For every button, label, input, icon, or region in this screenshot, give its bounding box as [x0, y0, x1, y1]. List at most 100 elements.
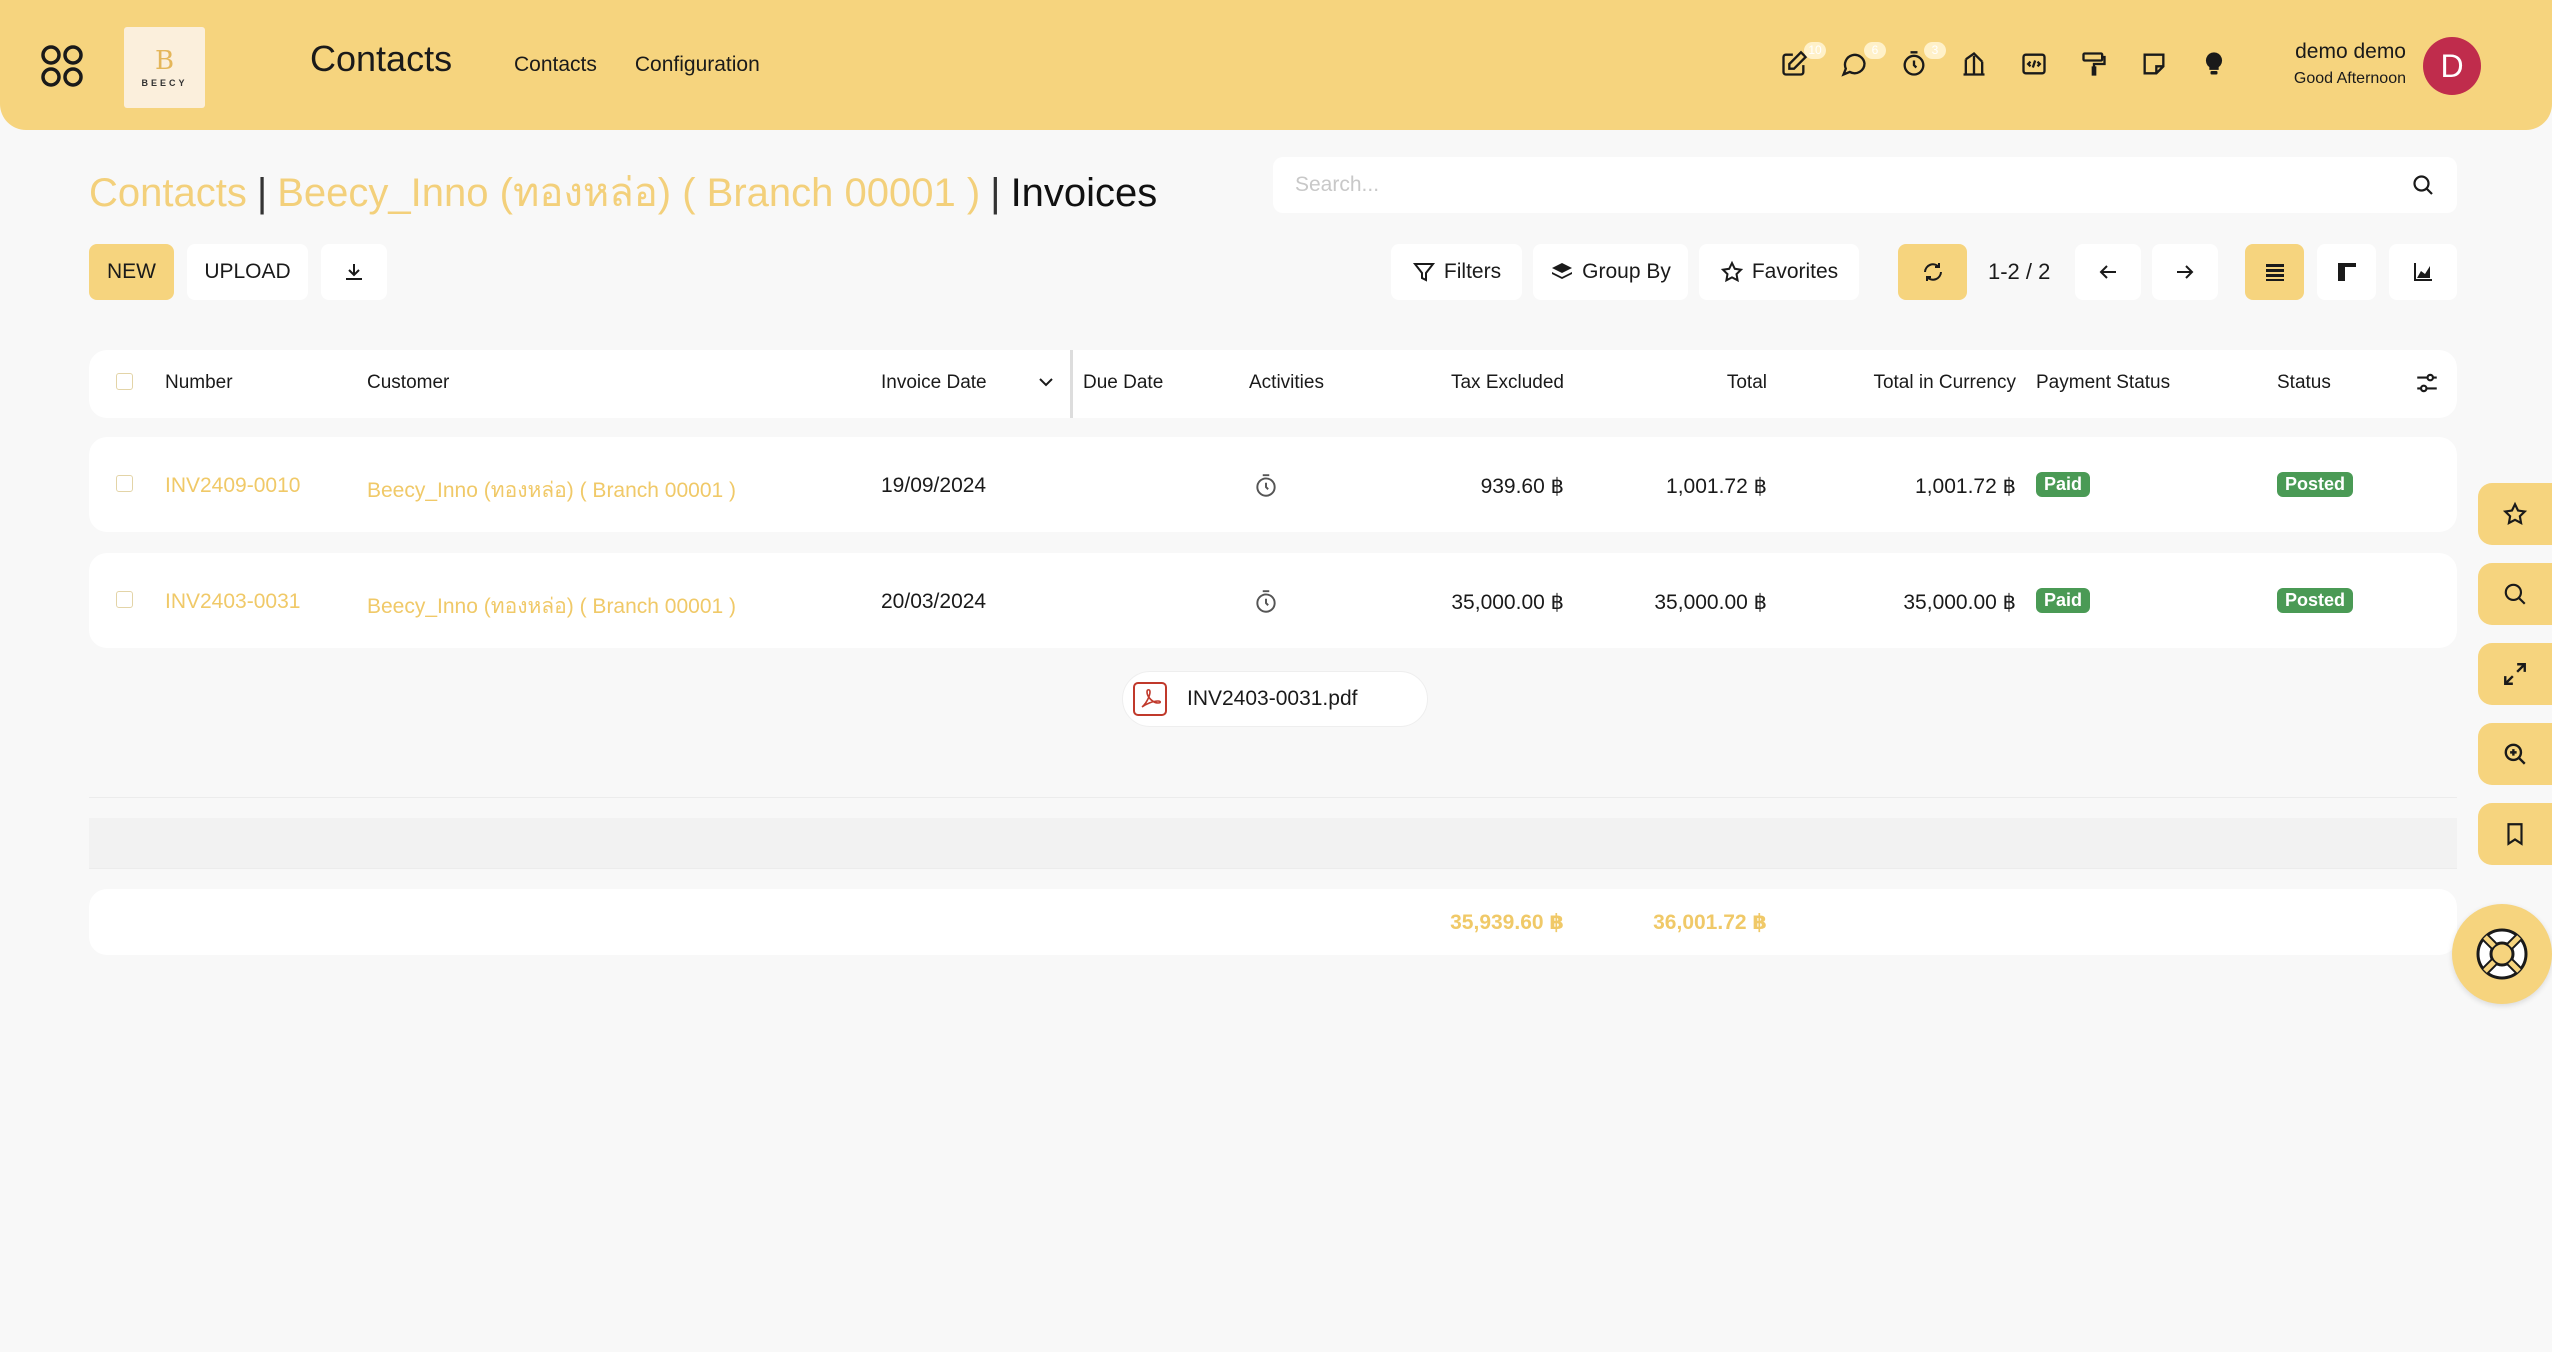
- app-title[interactable]: Contacts: [310, 38, 452, 80]
- bookmark-icon: [2507, 823, 2523, 846]
- optional-columns-icon[interactable]: [2414, 370, 2440, 396]
- logo-mark: B: [154, 45, 175, 76]
- systray-edit[interactable]: 10: [1778, 42, 1826, 80]
- upload-button[interactable]: UPLOAD: [187, 244, 308, 300]
- invoice-number[interactable]: INV2409-0010: [165, 474, 300, 498]
- zoom-in-icon: [2504, 743, 2526, 765]
- column-total-in-currency[interactable]: Total in Currency: [1800, 372, 2016, 394]
- search-icon: [2504, 583, 2526, 605]
- activity-clock-icon[interactable]: [1253, 473, 1279, 499]
- favorites-button[interactable]: Favorites: [1699, 244, 1859, 300]
- download-button[interactable]: [321, 244, 387, 300]
- column-due-date[interactable]: Due Date: [1083, 372, 1163, 394]
- user-greeting: Good Afternoon: [2293, 70, 2406, 87]
- breadcrumb-partner[interactable]: Beecy_Inno (ทองหล่อ) ( Branch 00001 ): [277, 171, 980, 215]
- help-lifebuoy-button[interactable]: [2452, 904, 2552, 1004]
- column-resize-handle[interactable]: [1070, 350, 1073, 418]
- column-tax-excluded[interactable]: Tax Excluded: [1400, 372, 1564, 394]
- company-logo[interactable]: B BEECY: [124, 27, 205, 108]
- chevron-down-icon[interactable]: [1036, 374, 1056, 390]
- group-by-button[interactable]: Group By: [1533, 244, 1688, 300]
- graph-view-button[interactable]: [2389, 244, 2457, 300]
- search-icon[interactable]: [2411, 173, 2435, 197]
- dock-search-button[interactable]: [2478, 563, 2552, 625]
- attachment-name: INV2403-0031.pdf: [1187, 687, 1358, 710]
- column-customer[interactable]: Customer: [367, 372, 449, 394]
- status-badge: Posted: [2277, 588, 2354, 613]
- breadcrumb-contacts[interactable]: Contacts: [89, 171, 247, 215]
- systray-tips[interactable]: [2198, 48, 2230, 80]
- list-view-icon: [2265, 264, 2284, 281]
- search-input[interactable]: [1273, 157, 2373, 213]
- arrow-left-icon: [2099, 265, 2116, 279]
- filters-button[interactable]: Filters: [1391, 244, 1522, 300]
- arrow-right-icon: [2177, 265, 2194, 279]
- page-title: Invoices: [1010, 171, 1158, 215]
- avatar[interactable]: D: [2423, 37, 2481, 95]
- column-status[interactable]: Status: [2277, 372, 2331, 394]
- dock-bookmark-button[interactable]: [2478, 803, 2552, 865]
- column-number[interactable]: Number: [165, 372, 233, 394]
- activity-clock-icon[interactable]: [1253, 589, 1279, 615]
- systray-code[interactable]: [2018, 48, 2050, 80]
- select-all-checkbox[interactable]: [116, 373, 133, 390]
- lightbulb-icon: [2205, 52, 2223, 75]
- column-invoice-date[interactable]: Invoice Date: [881, 372, 987, 394]
- totals-row: [89, 889, 2457, 955]
- main-menu: Contacts Configuration: [514, 53, 760, 77]
- apps-menu-icon[interactable]: [40, 44, 84, 88]
- pdf-file-icon: [1133, 682, 1167, 716]
- kanban-view-button[interactable]: [2317, 244, 2376, 300]
- dock-fullscreen-button[interactable]: [2478, 643, 2552, 705]
- pager-value[interactable]: 1-2 / 2: [1988, 259, 2050, 285]
- dock-favorites-button[interactable]: [2478, 483, 2552, 545]
- attachment-pdf[interactable]: INV2403-0031.pdf: [1122, 671, 1428, 727]
- systray: 10 6 3: [1778, 42, 2230, 80]
- user-name: demo demo: [2295, 40, 2406, 63]
- code-icon: [2022, 53, 2046, 75]
- menu-item-contacts[interactable]: Contacts: [514, 53, 597, 77]
- chat-badge: 6: [1864, 42, 1886, 59]
- systray-note[interactable]: [2138, 48, 2170, 80]
- breadcrumb: Contacts | Beecy_Inno (ทองหล่อ) ( Branch 0…: [89, 160, 1157, 224]
- note-icon: [2143, 53, 2165, 75]
- sum-tax-excluded: 35,939.60 ฿: [1450, 911, 1564, 934]
- divider: [89, 868, 2457, 869]
- paint-roller-icon: [2082, 52, 2106, 76]
- total: 1,001.72 ฿: [1666, 475, 1767, 498]
- list-view-button[interactable]: [2245, 244, 2304, 300]
- lifebuoy-icon: [2476, 928, 2528, 980]
- new-button[interactable]: NEW: [89, 244, 174, 300]
- column-payment-status[interactable]: Payment Status: [2036, 372, 2170, 394]
- divider: [89, 797, 2457, 798]
- filters-label: Filters: [1443, 260, 1502, 283]
- user-menu[interactable]: demo demo Good Afternoon: [2294, 40, 2406, 88]
- invoice-number[interactable]: INV2403-0031: [165, 590, 300, 614]
- systray-timer[interactable]: 3: [1898, 42, 1946, 80]
- systray-paint[interactable]: [2078, 48, 2110, 80]
- filter-icon: [1412, 263, 1435, 282]
- total-in-currency: 35,000.00 ฿: [1903, 591, 2016, 614]
- row-checkbox[interactable]: [116, 475, 133, 492]
- logo-text: BEECY: [141, 77, 188, 88]
- customer-name[interactable]: Beecy_Inno (ทองหล่อ) ( Branch 00001 ): [367, 590, 736, 623]
- systray-bank[interactable]: [1958, 48, 1990, 80]
- refresh-button[interactable]: [1898, 244, 1967, 300]
- systray-chat[interactable]: 6: [1838, 42, 1886, 80]
- column-activities[interactable]: Activities: [1249, 372, 1324, 394]
- kanban-view-icon: [2337, 263, 2356, 281]
- timer-icon: [1903, 51, 1925, 76]
- pager-previous-button[interactable]: [2075, 244, 2141, 300]
- total: 35,000.00 ฿: [1654, 591, 1767, 614]
- customer-name[interactable]: Beecy_Inno (ทองหล่อ) ( Branch 00001 ): [367, 474, 736, 507]
- total-in-currency: 1,001.72 ฿: [1915, 475, 2016, 498]
- refresh-icon: [1923, 263, 1942, 281]
- group-by-label: Group By: [1582, 260, 1671, 283]
- column-total[interactable]: Total: [1640, 372, 1767, 394]
- row-checkbox[interactable]: [116, 591, 133, 608]
- dock-zoom-button[interactable]: [2478, 723, 2552, 785]
- pager-next-button[interactable]: [2152, 244, 2218, 300]
- menu-item-configuration[interactable]: Configuration: [635, 53, 760, 77]
- star-icon: [2502, 501, 2528, 525]
- tax-excluded: 939.60 ฿: [1480, 475, 1564, 498]
